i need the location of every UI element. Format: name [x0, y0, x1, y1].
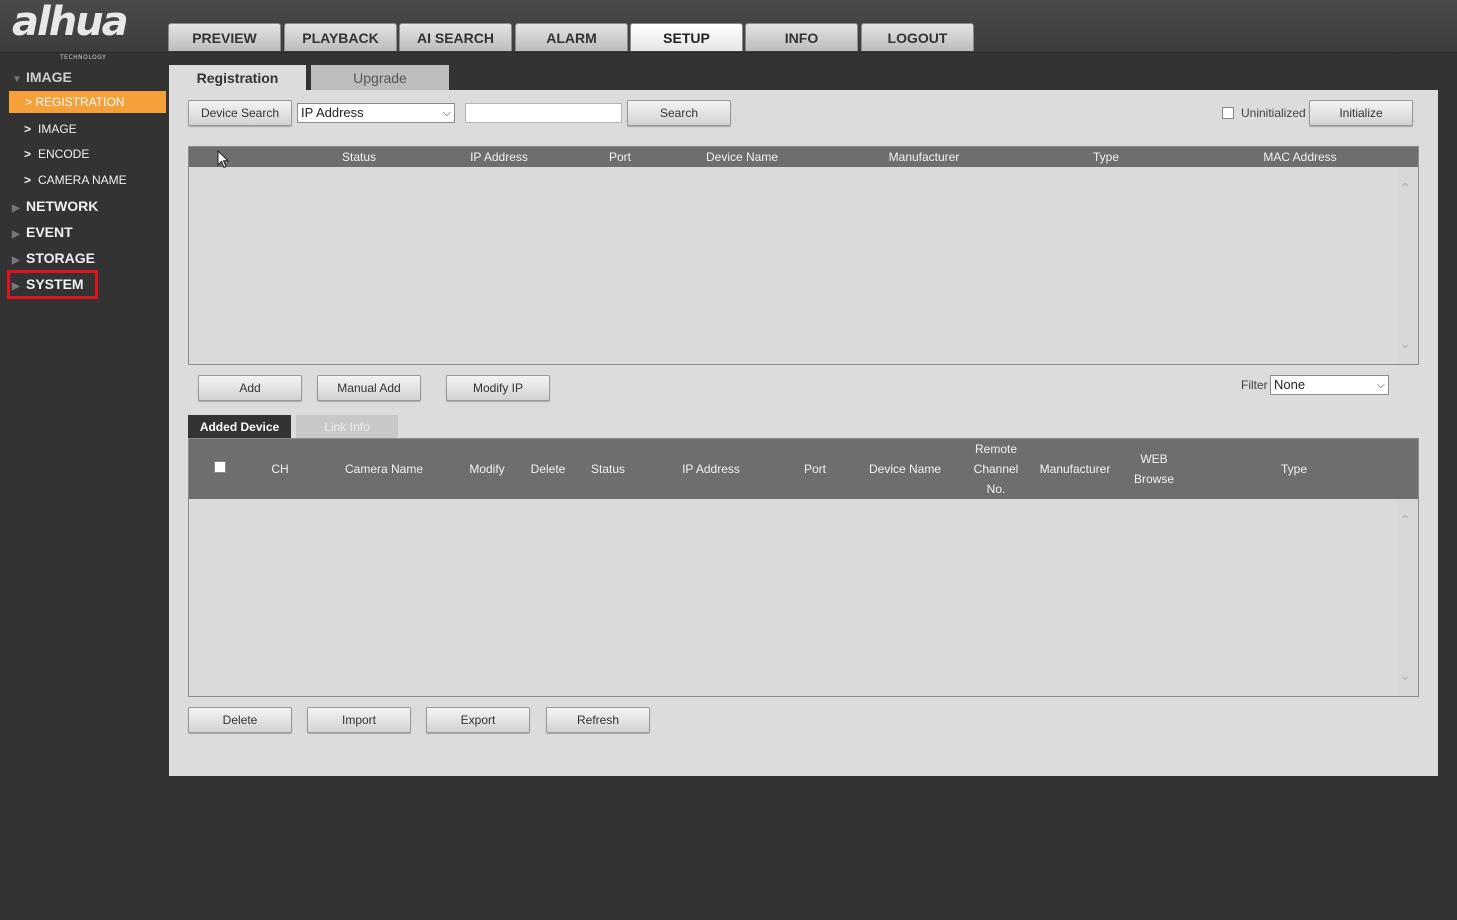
sidebar-group-label: NETWORK [26, 198, 99, 214]
sidebar-item-label: ENCODE [38, 147, 90, 161]
sidebar-group-system[interactable]: ▶ SYSTEM [12, 273, 84, 295]
chevron-right-icon: > [24, 173, 32, 187]
column-header-remote-line-3: No. [986, 482, 1006, 496]
chevron-down-icon[interactable]: ⌄ [1398, 668, 1412, 682]
delete-button[interactable]: Delete [188, 707, 292, 733]
triangle-right-icon: ▶ [12, 203, 20, 214]
chevron-right-icon: > [25, 95, 36, 109]
sidebar-item-registration[interactable]: > REGISTRATION [9, 91, 166, 113]
added-device-table: CH Camera Name Modify Delete Status IP A… [188, 438, 1419, 697]
tab-upgrade[interactable]: Upgrade [311, 65, 449, 91]
sidebar-group-label: IMAGE [26, 69, 72, 85]
tab-added-device[interactable]: Added Device [188, 415, 291, 439]
tab-registration[interactable]: Registration [169, 65, 306, 91]
uninitialized-checkbox[interactable] [1222, 107, 1234, 119]
filter-value: None [1274, 377, 1306, 392]
column-header-port: Port [608, 150, 632, 164]
tab-logout[interactable]: LOGOUT [861, 23, 974, 51]
chevron-right-icon: > [24, 147, 32, 161]
dahua-logo: alhua TECHNOLOGY [12, 2, 152, 61]
tab-link-info[interactable]: Link Info [296, 415, 398, 439]
chevron-up-icon[interactable]: ⌃ [1398, 181, 1412, 195]
import-button[interactable]: Import [307, 707, 411, 733]
modify-ip-button[interactable]: Modify IP [446, 375, 550, 401]
chevron-down-icon: ⌵ [1376, 379, 1385, 391]
sidebar-group-label: SYSTEM [26, 276, 84, 292]
tab-alarm[interactable]: ALARM [515, 23, 628, 51]
column-header-port: Port [803, 462, 827, 476]
uninitialized-label: Uninitialized [1241, 106, 1306, 120]
tab-info[interactable]: INFO [745, 23, 858, 51]
column-header-status: Status [341, 150, 377, 164]
refresh-button[interactable]: Refresh [546, 707, 650, 733]
column-header-modify: Modify [469, 462, 505, 476]
chevron-down-icon: ⌵ [442, 107, 451, 119]
column-header-device-name: Device Name [868, 462, 942, 476]
column-header-ip-address: IP Address [470, 150, 528, 164]
sidebar-group-label: EVENT [26, 224, 73, 240]
sidebar-item-label: CAMERA NAME [38, 173, 127, 187]
mouse-pointer-icon [217, 150, 230, 169]
column-header-delete: Delete [530, 462, 566, 476]
search-button[interactable]: Search [627, 100, 731, 126]
triangle-right-icon: ▶ [12, 255, 20, 266]
column-header-ch: CH [271, 462, 289, 476]
column-header-remote-line-2: Channel [973, 462, 1019, 476]
sidebar-group-image[interactable]: ▼ IMAGE [12, 66, 72, 88]
sidebar-group-label: STORAGE [26, 250, 95, 266]
column-header-type: Type [1280, 462, 1308, 476]
search-type-value: IP Address [301, 105, 364, 120]
sidebar-group-network[interactable]: ▶ NETWORK [12, 195, 98, 217]
sidebar-group-storage[interactable]: ▶ STORAGE [12, 247, 95, 269]
column-header-manufacturer: Manufacturer [1039, 462, 1111, 476]
chevron-down-icon[interactable]: ⌄ [1398, 336, 1412, 350]
sidebar-item-encode[interactable]: > ENCODE [24, 144, 89, 164]
column-header-web-line-1: WEB [1140, 452, 1168, 466]
triangle-down-icon: ▼ [12, 74, 22, 85]
column-header-remote-line-1: Remote [974, 442, 1018, 456]
sidebar-item-image[interactable]: > IMAGE [24, 119, 77, 139]
column-header-type: Type [1092, 150, 1120, 164]
sidebar-item-label: IMAGE [38, 122, 77, 136]
sidebar-group-event[interactable]: ▶ EVENT [12, 221, 73, 243]
filter-select[interactable]: None ⌵ [1270, 375, 1389, 395]
export-button[interactable]: Export [426, 707, 530, 733]
column-header-manufacturer: Manufacturer [888, 150, 960, 164]
select-all-checkbox[interactable] [214, 461, 226, 473]
triangle-right-icon: ▶ [12, 229, 20, 240]
manual-add-button[interactable]: Manual Add [317, 375, 421, 401]
tab-preview[interactable]: PREVIEW [168, 23, 281, 51]
filter-label: Filter [1241, 378, 1268, 392]
app-header: alhua TECHNOLOGY PREVIEW PLAYBACK AI SEA… [0, 0, 1457, 61]
sidebar-item-camera-name[interactable]: > CAMERA NAME [24, 170, 127, 190]
add-button[interactable]: Add [198, 375, 302, 401]
search-type-select[interactable]: IP Address ⌵ [297, 103, 455, 123]
column-header-camera-name: Camera Name [344, 462, 424, 476]
added-table-header: CH Camera Name Modify Delete Status IP A… [189, 439, 1418, 499]
search-result-table: Status IP Address Port Device Name Manuf… [188, 146, 1419, 365]
column-header-status: Status [590, 462, 626, 476]
initialize-button[interactable]: Initialize [1309, 100, 1413, 126]
column-header-ip-address: IP Address [682, 462, 740, 476]
tab-playback[interactable]: PLAYBACK [284, 23, 397, 51]
column-header-web-line-2: Browse [1133, 472, 1175, 486]
chevron-up-icon[interactable]: ⌃ [1398, 513, 1412, 527]
column-header-mac-address: MAC Address [1263, 150, 1337, 164]
search-table-header: Status IP Address Port Device Name Manuf… [189, 147, 1418, 167]
chevron-right-icon: > [24, 122, 32, 136]
device-search-button[interactable]: Device Search [188, 100, 292, 126]
search-value-input[interactable] [465, 103, 622, 123]
tab-ai-search[interactable]: AI SEARCH [399, 23, 512, 51]
triangle-right-icon: ▶ [12, 281, 20, 292]
tab-setup[interactable]: SETUP [630, 23, 743, 51]
sidebar-item-label: REGISTRATION [35, 95, 125, 109]
column-header-device-name: Device Name [705, 150, 779, 164]
